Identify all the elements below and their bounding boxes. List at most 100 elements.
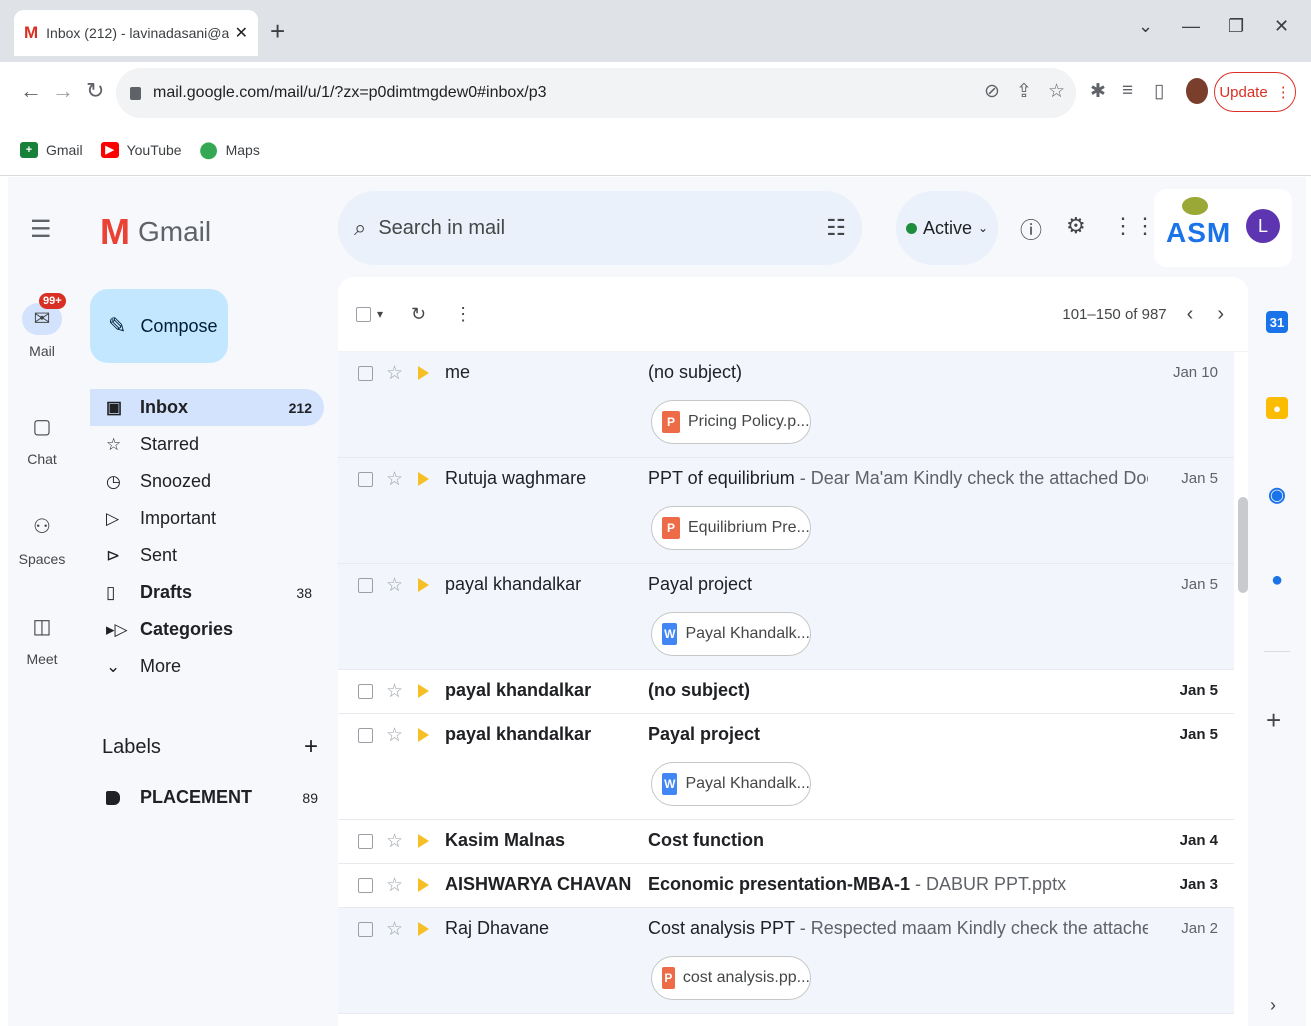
- close-tab-icon[interactable]: ✕: [235, 23, 248, 43]
- star-icon[interactable]: ☆: [386, 874, 403, 897]
- row-checkbox[interactable]: [358, 728, 373, 743]
- mail-row[interactable]: ☆ payal khandalkar Payal project Jan 5 W Paya…: [338, 564, 1234, 670]
- user-avatar[interactable]: L: [1246, 209, 1280, 243]
- attachment-chip[interactable]: Pcost analysis.pp...: [651, 956, 811, 1000]
- star-icon[interactable]: ☆: [386, 574, 403, 597]
- calendar-icon[interactable]: 31: [1266, 311, 1288, 333]
- reading-list-icon[interactable]: ≡: [1122, 80, 1133, 102]
- nav-label: Sent: [140, 545, 178, 565]
- star-icon[interactable]: ☆: [386, 724, 403, 747]
- keep-icon[interactable]: ●: [1266, 397, 1288, 419]
- mail-row[interactable]: ☆ Rutuja waghmare PPT of equilibrium - Dea…: [338, 458, 1234, 564]
- search-input[interactable]: Search in mail: [378, 217, 505, 240]
- show-side-panel-icon[interactable]: ›: [1270, 995, 1276, 1016]
- attachment-chip[interactable]: W Payal Khandalk...: [651, 612, 811, 656]
- search-bar[interactable]: ⌕ Search in mail ☷: [338, 191, 862, 265]
- nav-important[interactable]: ▷ Important: [90, 500, 324, 537]
- rail-chat[interactable]: ▢ Chat: [8, 411, 76, 467]
- star-icon[interactable]: ☆: [386, 918, 403, 941]
- tracking-icon[interactable]: ⊘: [984, 80, 1000, 103]
- extensions-icon[interactable]: ✱: [1090, 80, 1106, 103]
- refresh-icon[interactable]: ↻: [411, 304, 426, 325]
- help-icon[interactable]: ⓘ: [1020, 213, 1042, 245]
- nav-starred[interactable]: ☆ Starred: [90, 426, 324, 463]
- star-icon[interactable]: ☆: [386, 830, 403, 853]
- row-checkbox[interactable]: [358, 578, 373, 593]
- browser-tab[interactable]: M Inbox (212) - lavinadasani@asme ✕: [14, 10, 258, 56]
- important-marker-icon[interactable]: [418, 728, 429, 742]
- important-marker-icon[interactable]: [418, 684, 429, 698]
- share-icon[interactable]: ⇪: [1016, 80, 1032, 103]
- nav-drafts[interactable]: ▯ Drafts 38: [90, 574, 324, 611]
- important-marker-icon[interactable]: [418, 366, 429, 380]
- search-icon[interactable]: ⌕: [354, 215, 366, 241]
- row-checkbox[interactable]: [358, 878, 373, 893]
- next-page-icon[interactable]: ›: [1217, 303, 1224, 326]
- restore-button[interactable]: ❐: [1228, 16, 1244, 37]
- more-options-icon[interactable]: ⋮: [454, 304, 472, 325]
- update-button[interactable]: Update ⋮: [1214, 72, 1296, 112]
- main-menu-icon[interactable]: ☰: [30, 215, 52, 244]
- mail-row[interactable]: ☆ Raj Dhavane Cost analysis PPT - Respecte…: [338, 908, 1234, 1014]
- select-all-checkbox[interactable]: [356, 306, 371, 322]
- apps-grid-icon[interactable]: ⋮⋮: [1112, 213, 1156, 239]
- rail-meet[interactable]: ◫ Meet: [8, 611, 76, 667]
- important-marker-icon[interactable]: [418, 834, 429, 848]
- row-checkbox[interactable]: [358, 472, 373, 487]
- mail-row[interactable]: ☆ me (no subject) Jan 10 P Pricing Policy.p..…: [338, 352, 1234, 458]
- bookmark-star-icon[interactable]: ☆: [1048, 80, 1065, 103]
- rail-mail[interactable]: ✉ 99+ Mail: [8, 293, 76, 359]
- profile-avatar[interactable]: [1186, 78, 1208, 104]
- side-panel-icon[interactable]: ▯: [1154, 80, 1164, 103]
- close-window-button[interactable]: ✕: [1274, 16, 1289, 37]
- attachment-chip[interactable]: P Pricing Policy.p...: [651, 400, 811, 444]
- important-marker-icon[interactable]: [418, 578, 429, 592]
- row-checkbox[interactable]: [358, 684, 373, 699]
- forward-icon[interactable]: →: [52, 78, 74, 104]
- minimize-button[interactable]: —: [1182, 16, 1200, 37]
- bookmark-youtube[interactable]: ▶ YouTube: [100, 141, 182, 158]
- mail-row[interactable]: ☆ AISHWARYA CHAVAN Economic presentation-M…: [338, 864, 1234, 908]
- list-scrollbar[interactable]: [1238, 497, 1248, 593]
- important-marker-icon[interactable]: [418, 922, 429, 936]
- nav-categories[interactable]: ▸▷ Categories: [90, 611, 324, 648]
- bookmark-gmail[interactable]: + Gmail: [20, 141, 83, 158]
- star-icon[interactable]: ☆: [386, 362, 403, 385]
- row-checkbox[interactable]: [358, 366, 373, 381]
- nav-sent[interactable]: ⊳ Sent: [90, 537, 324, 574]
- prev-page-icon[interactable]: ‹: [1187, 303, 1194, 326]
- row-checkbox[interactable]: [358, 922, 373, 937]
- mail-row[interactable]: ☆ payal khandalkar (no subject) Jan 5: [338, 670, 1234, 714]
- contacts-icon[interactable]: ●: [1266, 569, 1288, 591]
- status-selector[interactable]: Active ⌄: [896, 191, 998, 265]
- mail-row[interactable]: ☆ payal khandalkar Payal project Jan 5 W Paya…: [338, 714, 1234, 820]
- nav-more[interactable]: ⌄ More: [90, 648, 324, 685]
- settings-gear-icon[interactable]: ⚙: [1066, 213, 1086, 239]
- attachment-chip[interactable]: P Equilibrium Pre...: [651, 506, 811, 550]
- tasks-icon[interactable]: ◉: [1266, 483, 1288, 506]
- tab-search-icon[interactable]: ⌄: [1138, 16, 1153, 37]
- important-marker-icon[interactable]: [418, 878, 429, 892]
- mail-row[interactable]: ☆ Kasim Malnas Cost function Jan 4: [338, 820, 1234, 864]
- bookmark-maps[interactable]: ⬤ Maps: [200, 142, 260, 159]
- account-area[interactable]: ASM L: [1154, 189, 1292, 267]
- nav-snoozed[interactable]: ◷ Snoozed: [90, 463, 324, 500]
- search-options-icon[interactable]: ☷: [826, 215, 846, 241]
- star-icon[interactable]: ☆: [386, 468, 403, 491]
- attachment-chip[interactable]: W Payal Khandalk...: [651, 762, 811, 806]
- important-marker-icon[interactable]: [418, 472, 429, 486]
- back-icon[interactable]: ←: [20, 78, 42, 104]
- star-icon[interactable]: ☆: [386, 680, 403, 703]
- add-label-icon[interactable]: +: [304, 733, 318, 761]
- nav-inbox[interactable]: ▣ Inbox 212: [90, 389, 324, 426]
- gmail-logo[interactable]: M Gmail: [100, 211, 211, 253]
- new-tab-button[interactable]: +: [270, 16, 285, 47]
- add-addon-icon[interactable]: +: [1266, 705, 1281, 736]
- rail-spaces[interactable]: ⚇ Spaces: [8, 511, 76, 567]
- select-dropdown-icon[interactable]: ▾: [377, 307, 383, 321]
- url-bar[interactable]: mail.google.com/mail/u/1/?zx=p0dimtmgdew…: [116, 68, 1076, 118]
- compose-button[interactable]: ✎ Compose: [90, 289, 228, 363]
- label-placement[interactable]: PLACEMENT 89: [106, 787, 318, 808]
- reload-icon[interactable]: ↻: [86, 78, 104, 104]
- row-checkbox[interactable]: [358, 834, 373, 849]
